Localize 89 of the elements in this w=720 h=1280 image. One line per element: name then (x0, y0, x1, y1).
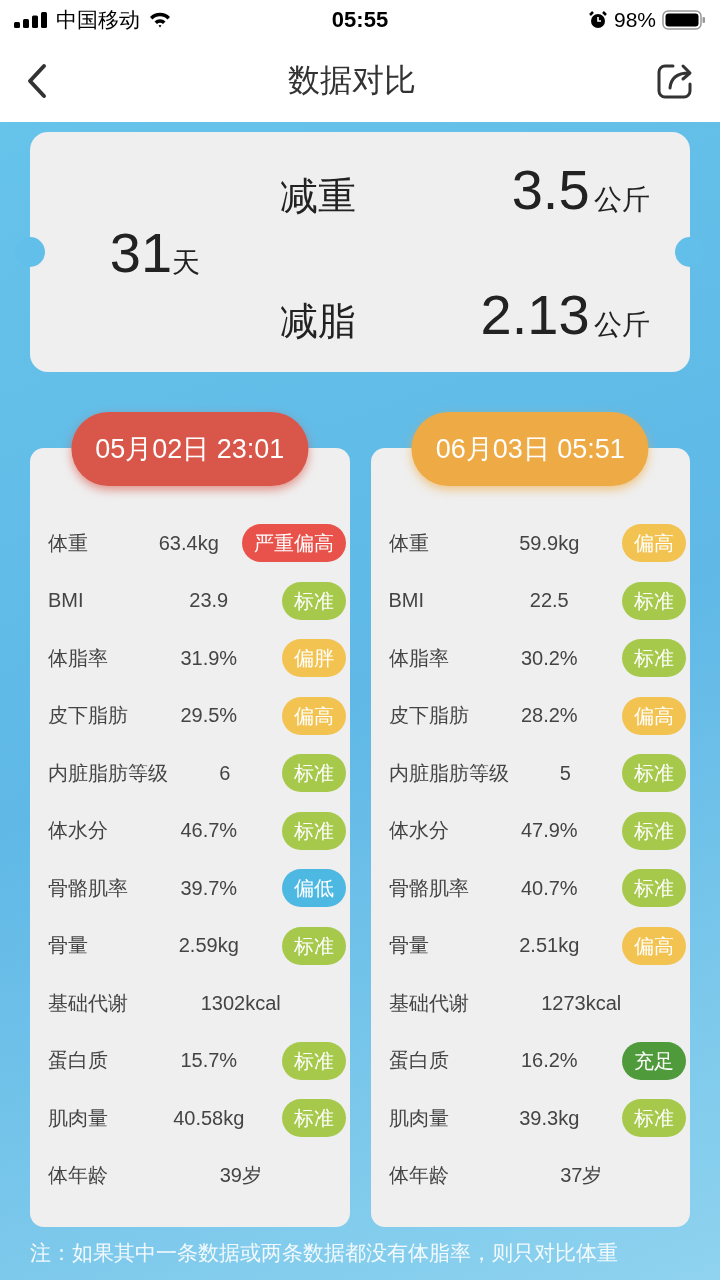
date-pill: 06月03日 05:51 (411, 412, 649, 486)
status-tag: 标准 (281, 1099, 346, 1137)
metric-label: 皮下脂肪 (388, 703, 470, 728)
metric-value: 59.9kg (518, 531, 581, 555)
summary-label: 减重 (280, 174, 356, 219)
metric-label: 骨量 (48, 933, 89, 958)
metric-value: 39岁 (218, 1163, 263, 1188)
metric-value: 16.2% (519, 1049, 579, 1072)
wifi-icon (148, 11, 172, 29)
battery-icon (662, 10, 706, 30)
status-tag: 偏低 (281, 869, 346, 907)
metric-label: 体年龄 (388, 1163, 450, 1188)
status-tag: 偏高 (281, 696, 346, 735)
status-tag: 偏高 (622, 696, 686, 735)
status-tag: 标准 (281, 926, 346, 965)
status-tag: 标准 (622, 581, 686, 620)
metric-label: 体重 (388, 530, 430, 556)
metric-label: 体重 (48, 530, 89, 556)
status-tag: 标准 (622, 869, 686, 907)
metric-label: 体脂率 (388, 645, 450, 671)
metric-label: 蛋白质 (388, 1048, 450, 1073)
status-tag: 偏高 (622, 524, 686, 562)
status-tag: 标准 (622, 811, 686, 850)
status-tag: 标准 (622, 1099, 686, 1137)
signal-icon (14, 12, 48, 28)
metric-value: 63.4kg (157, 531, 220, 555)
metric-value: 1273kcal (540, 991, 623, 1015)
metric-value: 46.7% (179, 819, 239, 842)
status-tag: 偏高 (622, 926, 686, 965)
metric-value: 2.51kg (518, 934, 581, 957)
metric-value: 30.2% (519, 646, 579, 670)
share-button[interactable] (656, 62, 694, 100)
summary-label: 减脂 (280, 299, 356, 344)
metric-label: 肌肉量 (388, 1105, 450, 1131)
status-time: 05:55 (331, 7, 389, 33)
metric-value: 6 (218, 761, 232, 785)
days-unit: 天 (172, 245, 201, 280)
metric-label: 骨骼肌率 (48, 875, 129, 901)
status-tag: 标准 (281, 811, 346, 850)
status-tag: 充足 (622, 1041, 686, 1080)
back-button[interactable] (26, 63, 48, 99)
metric-value: 23.9 (188, 589, 230, 612)
metric-label: 肌肉量 (48, 1105, 109, 1131)
metric-label: 体年龄 (48, 1163, 109, 1188)
alarm-clock-icon (587, 10, 608, 30)
metric-label: 骨骼肌率 (388, 875, 470, 901)
metric-label: 蛋白质 (48, 1048, 109, 1073)
metric-label: 皮下脂肪 (48, 703, 129, 728)
metric-value: 1302kcal (199, 991, 282, 1015)
carrier-name: 中国移动 (56, 7, 140, 33)
metric-value: 29.5% (179, 704, 239, 727)
metric-value: 5 (558, 761, 572, 785)
days-count: 31 (109, 219, 173, 285)
metric-label: 体水分 (48, 818, 109, 843)
metric-value: 47.9% (519, 819, 579, 842)
metric-label: 基础代谢 (388, 990, 470, 1016)
battery-percent: 98% (613, 8, 656, 32)
status-tag: 标准 (281, 754, 346, 792)
metric-label: 骨量 (388, 933, 430, 958)
metric-value: 15.7% (179, 1049, 239, 1072)
date-pill: 05月02日 23:01 (71, 412, 309, 486)
metric-label: BMI (388, 589, 426, 612)
metric-value: 40.7% (519, 876, 579, 900)
metric-label: 体脂率 (48, 645, 109, 671)
status-tag: 严重偏高 (241, 524, 346, 562)
metric-label: 基础代谢 (48, 990, 129, 1016)
summary-unit: 公斤 (594, 184, 650, 215)
metric-value: 40.58kg (172, 1106, 246, 1130)
status-tag: 偏胖 (281, 639, 346, 677)
summary-value: 3.5 (511, 158, 590, 221)
metric-value: 2.59kg (177, 934, 240, 957)
status-tag: 标准 (622, 639, 686, 677)
metric-label: 内脏脂肪等级 (388, 760, 509, 786)
metric-label: BMI (48, 589, 85, 612)
metric-value: 39.3kg (518, 1106, 581, 1130)
metric-value: 39.7% (179, 876, 239, 900)
summary-value: 2.13 (480, 283, 590, 346)
metric-value: 31.9% (179, 646, 239, 670)
metric-value: 37岁 (559, 1163, 604, 1188)
page-title: 数据对比 (288, 61, 416, 100)
summary-unit: 公斤 (594, 309, 650, 340)
status-tag: 标准 (281, 581, 346, 620)
metric-label: 内脏脂肪等级 (48, 760, 168, 786)
metric-value: 28.2% (519, 704, 579, 727)
note-text: 注：如果其中一条数据或两条数据都没有体脂率，则只对比体重 (30, 1239, 619, 1266)
status-tag: 标准 (281, 1041, 346, 1080)
status-tag: 标准 (622, 754, 686, 792)
metric-value: 22.5 (528, 589, 570, 612)
metric-label: 体水分 (388, 818, 450, 843)
